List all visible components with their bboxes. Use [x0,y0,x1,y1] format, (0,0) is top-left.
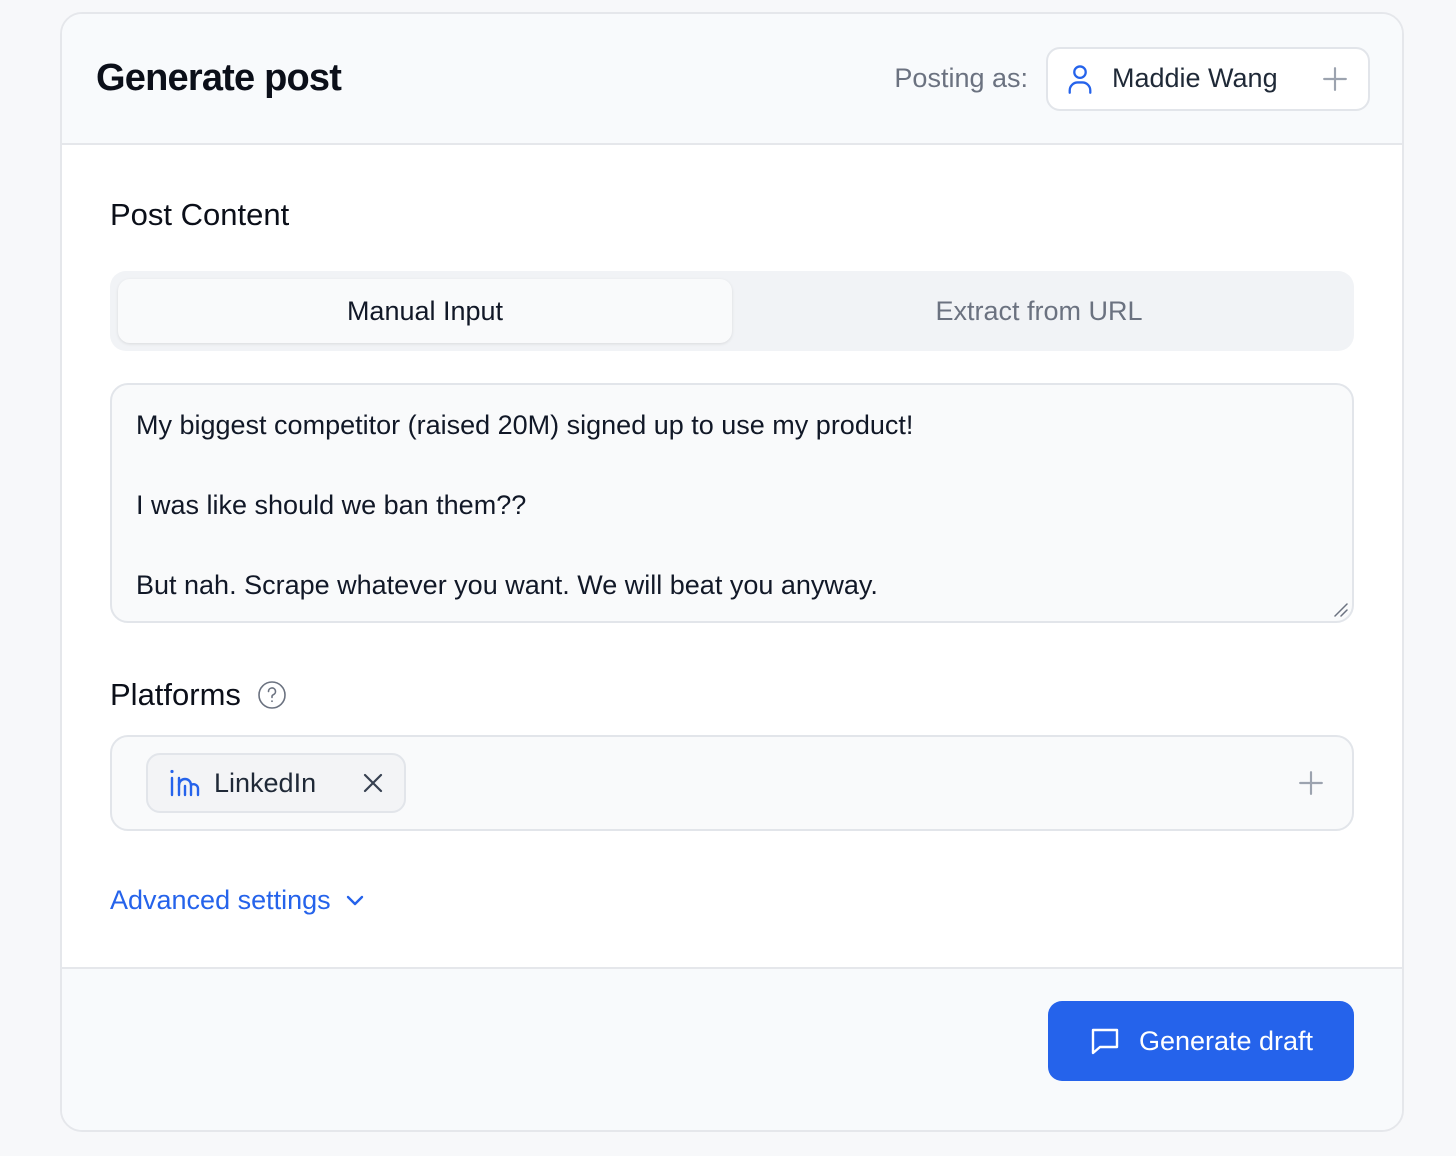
account-selector[interactable]: Maddie Wang [1046,46,1370,111]
page-title: Generate post [96,57,342,99]
linkedin-icon [168,768,200,798]
add-account-icon[interactable] [1322,66,1348,92]
input-mode-tabs: Manual Input Extract from URL [110,271,1354,351]
post-content-title: Post Content [110,197,290,232]
tab-extract-from-url[interactable]: Extract from URL [732,279,1346,343]
message-square-icon [1089,1026,1121,1056]
platform-chip-label: LinkedIn [214,767,317,798]
advanced-settings-label: Advanced settings [110,885,331,915]
platforms-header: Platforms [110,677,1354,713]
post-content-textarea[interactable]: My biggest competitor (raised 20M) signe… [110,383,1354,623]
generate-draft-label: Generate draft [1138,1025,1314,1056]
generate-post-card: Generate post Posting as: Maddie Wang Po… [60,12,1404,1132]
advanced-settings-toggle[interactable]: Advanced settings [110,885,365,916]
account-name: Maddie Wang [1112,63,1278,93]
help-icon[interactable] [257,680,287,710]
chevron-down-icon [345,894,365,908]
platforms-selector: LinkedIn [110,735,1354,831]
platforms-title: Platforms [110,677,241,712]
platform-chip-linkedin: LinkedIn [146,753,406,813]
post-content-text: My biggest competitor (raised 20M) signe… [136,410,914,600]
remove-platform-icon[interactable] [362,772,384,794]
add-platform-icon[interactable] [1298,770,1324,796]
card-header: Generate post Posting as: Maddie Wang [62,14,1402,145]
posting-as-label: Posting as: [894,63,1028,93]
card-footer: Generate draft [62,967,1402,1130]
card-body: Post Content Manual Input Extract from U… [62,145,1402,971]
user-icon [1066,63,1094,95]
resize-handle-icon[interactable] [1332,601,1348,617]
tab-manual-input[interactable]: Manual Input [118,279,732,343]
posting-as-group: Posting as: Maddie Wang [894,46,1370,111]
generate-draft-button[interactable]: Generate draft [1048,1001,1354,1081]
